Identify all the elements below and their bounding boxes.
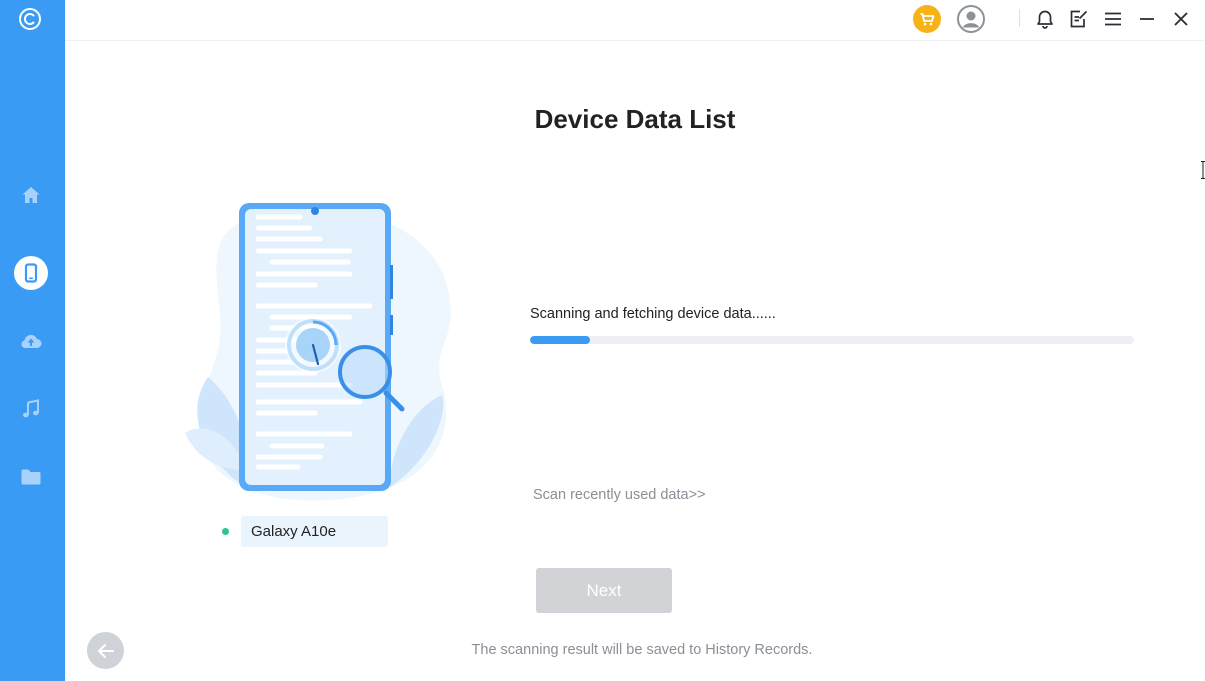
music-note-icon — [23, 399, 39, 418]
sidebar — [0, 0, 65, 681]
notifications-button[interactable] — [1031, 5, 1059, 33]
minimize-icon — [1140, 18, 1154, 20]
arrow-left-icon — [97, 643, 114, 658]
scan-progress-bar — [530, 336, 1134, 344]
account-button[interactable] — [957, 5, 985, 33]
title-bar — [65, 0, 1205, 41]
toolbar-divider — [1019, 9, 1020, 27]
sidebar-item-cloud[interactable] — [12, 322, 50, 360]
menu-button[interactable] — [1099, 5, 1127, 33]
scan-status-text: Scanning and fetching device data...... — [530, 306, 776, 322]
text-cursor-icon — [1201, 161, 1205, 179]
page-title: Device Data List — [534, 104, 736, 134]
active-indicator — [14, 256, 48, 290]
close-icon — [1174, 12, 1188, 26]
scan-progress-fill — [530, 336, 591, 344]
close-button[interactable] — [1167, 5, 1195, 33]
history-records-note: The scanning result will be saved to His… — [471, 642, 813, 658]
bell-icon — [1037, 10, 1053, 29]
feedback-icon — [1070, 10, 1088, 28]
menu-icon — [1105, 12, 1121, 26]
scan-recent-data-link[interactable]: Scan recently used data>> — [533, 487, 706, 503]
home-icon — [22, 187, 40, 203]
sidebar-item-files[interactable] — [12, 458, 50, 496]
app-window: Device Data List Galaxy A10e Scanning an… — [0, 0, 1205, 681]
cart-button[interactable] — [913, 5, 941, 33]
sidebar-item-device[interactable] — [12, 254, 50, 292]
cloud-upload-icon — [21, 334, 42, 349]
minimize-button[interactable] — [1133, 5, 1161, 33]
feedback-button[interactable] — [1065, 5, 1093, 33]
sidebar-item-home[interactable] — [12, 176, 50, 214]
user-avatar-icon — [957, 5, 985, 33]
phone-scan-illustration — [180, 195, 460, 505]
folder-icon — [21, 469, 41, 485]
next-button[interactable]: Next — [536, 568, 672, 613]
phone-icon — [24, 263, 38, 283]
sidebar-item-music[interactable] — [12, 390, 50, 428]
app-logo-icon[interactable] — [18, 7, 42, 31]
cart-icon — [913, 5, 941, 33]
device-status-dot — [222, 528, 229, 535]
device-name-label: Galaxy A10e — [241, 516, 388, 547]
back-button[interactable] — [87, 632, 124, 669]
